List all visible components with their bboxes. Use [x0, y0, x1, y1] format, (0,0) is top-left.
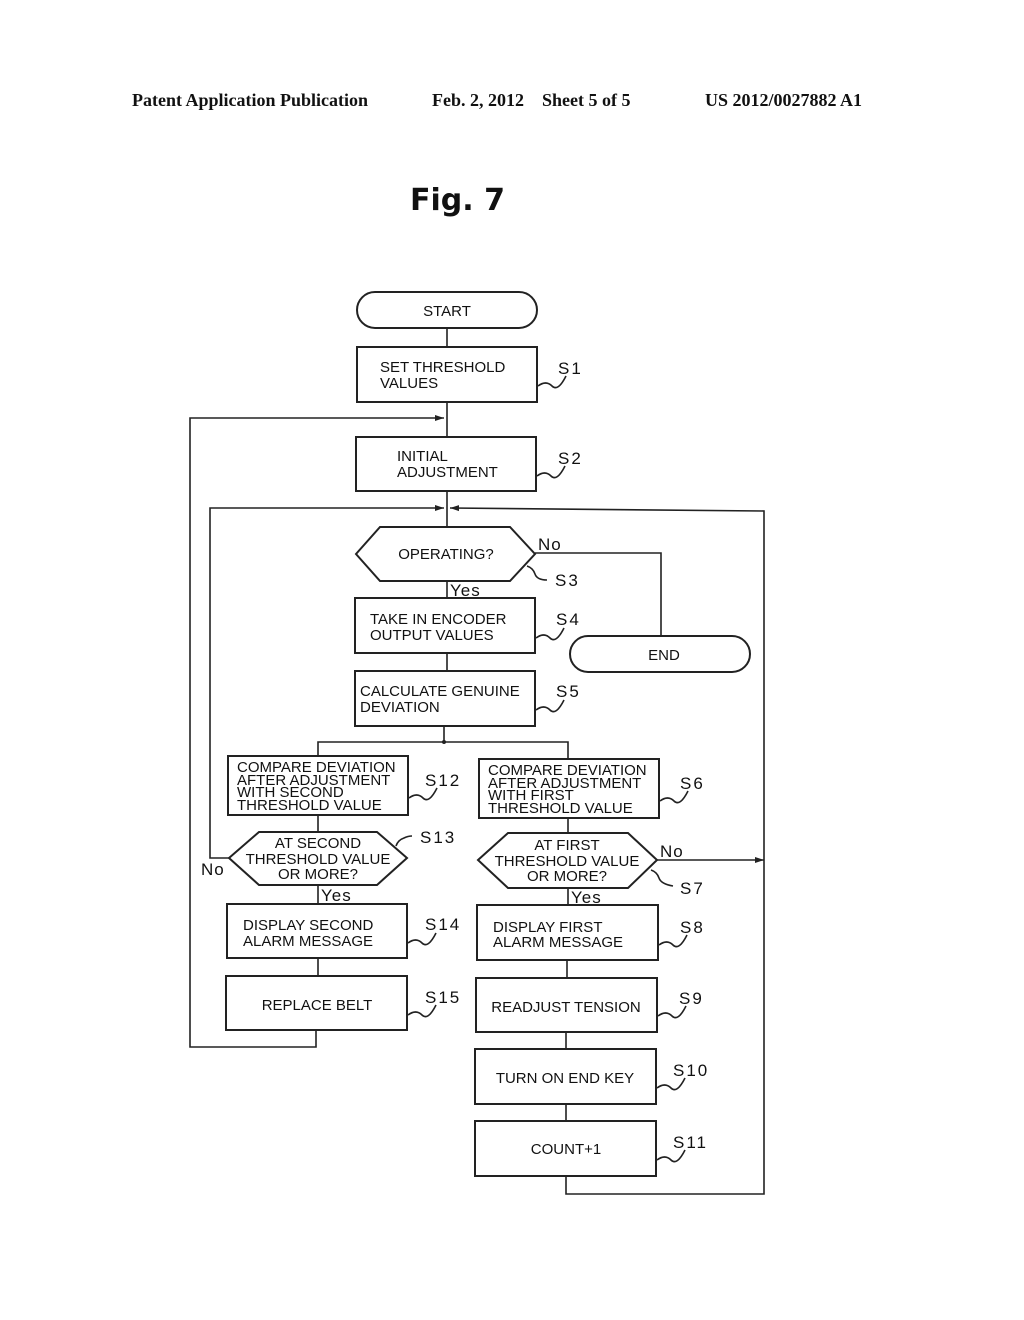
node-s3-decision: OPERATING?: [354, 526, 537, 582]
leader-s7: [650, 869, 674, 887]
node-s7-line-3: OR MORE?: [527, 868, 607, 885]
node-s11: COUNT+1: [474, 1120, 657, 1177]
step-label-s2: S2: [558, 449, 583, 468]
branch-label-s7-yes: Yes: [571, 888, 602, 907]
branch-label-s13-no: No: [201, 860, 225, 879]
step-label-s4: S4: [556, 610, 581, 629]
node-s9: READJUST TENSION: [475, 977, 658, 1033]
node-s14: DISPLAY SECOND ALARM MESSAGE: [226, 903, 408, 959]
node-s15: REPLACE BELT: [225, 975, 408, 1031]
leader-s4: [535, 627, 565, 641]
step-label-s5: S5: [556, 682, 581, 701]
leader-s3: [526, 565, 548, 581]
junction-dot: [442, 740, 446, 744]
step-label-s7: S7: [680, 879, 705, 898]
node-s6: COMPARE DEVIATION AFTER ADJUSTMENT WITH …: [478, 758, 660, 819]
node-s14-line-2: ALARM MESSAGE: [243, 933, 373, 950]
branch-label-s7-no: No: [660, 842, 684, 861]
node-s5: CALCULATE GENUINE DEVIATION: [354, 670, 536, 727]
step-label-s12: S12: [425, 771, 461, 790]
node-start: START: [356, 291, 538, 329]
node-s5-line-1: CALCULATE GENUINE: [360, 683, 520, 700]
node-s12: COMPARE DEVIATION AFTER ADJUSTMENT WITH …: [227, 755, 409, 816]
node-s14-line-1: DISPLAY SECOND: [243, 917, 373, 934]
node-s6-line-4: THRESHOLD VALUE: [488, 800, 633, 817]
node-s13-line-1: AT SECOND: [275, 835, 361, 852]
node-end: END: [569, 635, 751, 673]
node-s11-label: COUNT+1: [531, 1141, 601, 1158]
leader-s14: [407, 932, 437, 946]
node-s5-line-2: DEVIATION: [360, 699, 440, 716]
flowchart: START SET THRESHOLD VALUES INITIAL ADJUS…: [189, 291, 765, 1195]
branch-label-s3-yes: Yes: [450, 581, 481, 600]
node-s7-line-1: AT FIRST: [534, 837, 599, 854]
step-label-s15: S15: [425, 988, 461, 1007]
node-s1: SET THRESHOLD VALUES: [356, 346, 538, 403]
step-label-s14: S14: [425, 915, 461, 934]
node-start-label: START: [423, 303, 471, 320]
step-label-s13: S13: [420, 828, 456, 847]
step-label-s10: S10: [673, 1061, 709, 1080]
node-s3-label: OPERATING?: [398, 546, 494, 563]
step-label-s1: S1: [558, 359, 583, 378]
step-label-s6: S6: [680, 774, 705, 793]
node-s2: INITIAL ADJUSTMENT: [355, 436, 537, 492]
node-s10-label: TURN ON END KEY: [496, 1070, 634, 1087]
node-s8: DISPLAY FIRST ALARM MESSAGE: [476, 904, 659, 961]
step-label-s8: S8: [680, 918, 705, 937]
node-s4-line-2: OUTPUT VALUES: [370, 627, 494, 644]
node-s4: TAKE IN ENCODER OUTPUT VALUES: [354, 597, 536, 654]
step-label-s9: S9: [679, 989, 704, 1008]
node-s8-line-2: ALARM MESSAGE: [493, 934, 623, 951]
node-s13-decision: AT SECOND THRESHOLD VALUE OR MORE?: [227, 831, 409, 886]
node-s2-line-2: ADJUSTMENT: [397, 464, 498, 481]
step-label-s11: S11: [673, 1133, 708, 1152]
step-label-s3: S3: [555, 571, 580, 590]
node-s7-decision: AT FIRST THRESHOLD VALUE OR MORE?: [476, 832, 659, 889]
node-s9-label: READJUST TENSION: [491, 999, 640, 1016]
node-s1-line-2: VALUES: [380, 375, 438, 392]
leader-s13: [395, 835, 413, 847]
branch-label-s13-yes: Yes: [321, 886, 352, 905]
node-s12-line-4: THRESHOLD VALUE: [237, 797, 382, 814]
leader-s5: [535, 699, 565, 713]
node-s1-line-1: SET THRESHOLD: [380, 359, 505, 376]
node-s13-line-3: OR MORE?: [278, 866, 358, 883]
branch-label-s3-no: No: [538, 535, 562, 554]
node-s15-label: REPLACE BELT: [262, 997, 373, 1014]
edge-s3-no-end: [535, 552, 662, 636]
node-s4-line-1: TAKE IN ENCODER: [370, 611, 507, 628]
node-end-label: END: [648, 647, 680, 664]
node-s10: TURN ON END KEY: [474, 1048, 657, 1105]
node-s2-line-1: INITIAL: [397, 448, 448, 465]
